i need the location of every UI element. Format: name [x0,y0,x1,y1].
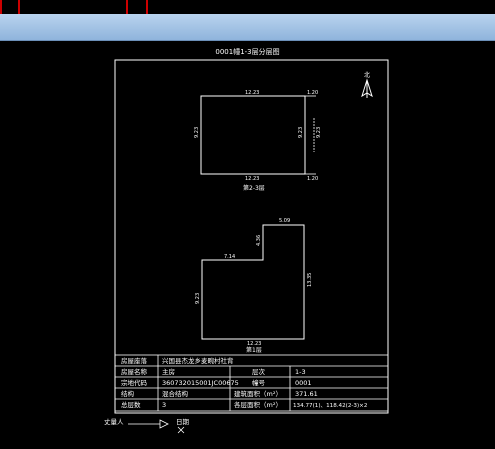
dim-upper-bottom: 12.23 [245,176,259,182]
cell-3-0: 结构 [121,389,135,398]
cell-1-3: 1-3 [295,368,306,376]
cell-3-1: 混合结构 [162,389,189,398]
dim-lower-left: 9.23 [195,293,201,304]
dim-lower-top-left: 7.14 [224,254,235,260]
cell-4-3: 134.77(1)、118.42(2-3)×2 [293,403,367,409]
footer-mapper: 丈量人 [104,417,124,426]
cell-1-0: 房屋名称 [121,367,148,376]
cell-1-2: 层次 [252,367,266,376]
cell-2-3: 0001 [295,379,312,387]
cell-2-2: 幢号 [252,378,266,387]
dim-lower-right: 13.35 [307,273,313,287]
cell-4-1: 3 [162,401,166,409]
lower-plan-label: 第1层 [246,346,262,354]
dim-upper-top: 12.23 [245,90,259,96]
north-arrow-icon [361,78,373,98]
cell-4-0: 总层数 [121,400,141,409]
drawing-svg: 北 12.23 12.23 1.20 1.20 9.23 9.23 9.23 第… [104,59,389,434]
cell-3-3: 371.61 [295,390,318,398]
arrow-icon [128,419,169,429]
cell-2-1: 360732015001JC00675 [162,379,239,387]
dim-upper-right-outer: 9.23 [316,127,322,138]
cell-1-1: 主房 [162,367,175,376]
dim-lower-top-right: 5.09 [279,218,290,224]
cell-0-1: 兴国县杰龙乡麦畹村社背 [162,356,234,365]
dim-upper-left: 9.23 [194,127,200,138]
lower-plan [201,224,305,340]
cell-2-0: 宗地代码 [121,378,148,387]
dim-lower-step: 4.36 [256,235,262,246]
cell-3-2: 建筑面积（m²） [234,389,282,398]
dim-upper-right-inner: 9.23 [298,127,304,138]
cursor-icon [177,426,185,434]
upper-plan [200,95,306,175]
upper-plan-label: 第2-3层 [243,184,265,192]
frame [114,59,389,414]
cell-4-2: 各层面积（m²） [234,400,282,409]
footer-date: 日期 [176,418,190,426]
north-label: 北 [364,71,370,79]
cell-0-0: 房屋座落 [121,356,148,365]
dim-upper-corner-bottom: 1.20 [307,176,318,182]
dim-upper-corner-top: 1.20 [307,90,318,96]
